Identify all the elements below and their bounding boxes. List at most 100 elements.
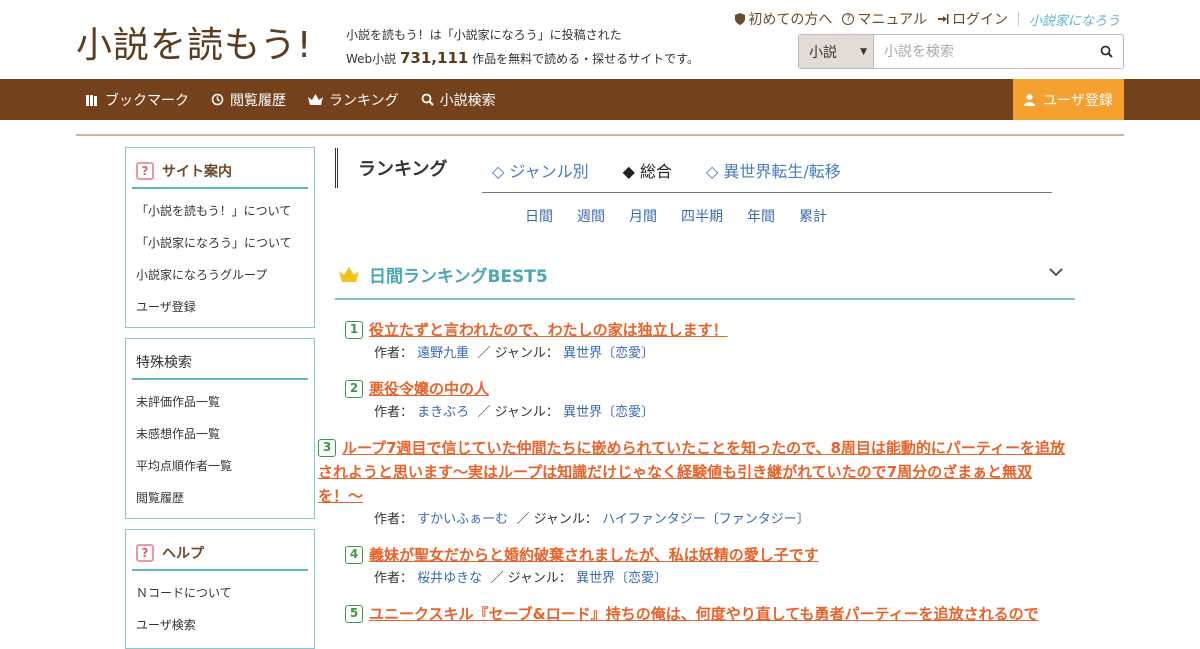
period-daily[interactable]: 日間 (525, 206, 553, 226)
genre-label: ／ ジャンル： (490, 571, 572, 586)
sidebar-item-narou-group[interactable]: 小説家になろうグループ (136, 259, 314, 291)
genre-link[interactable]: 異世界〔恋愛〕 (576, 571, 667, 586)
nav-bookmark[interactable]: ブックマーク (86, 90, 189, 110)
sidebar-item-about-yomou[interactable]: 「小説を読もう！」について (136, 195, 314, 227)
beginners-label: 初めての方へ (748, 12, 833, 28)
period-weekly[interactable]: 週間 (577, 206, 605, 226)
tab-isekai[interactable]: ◇ 異世界転生/転移 (706, 158, 841, 182)
sidebar-item-no-reviews[interactable]: 未感想作品一覧 (136, 418, 314, 450)
register-label: ユーザ登録 (1043, 92, 1113, 109)
author-label: 作者： (374, 512, 414, 527)
beginners-link[interactable]: 初めての方へ (735, 9, 832, 29)
manual-link[interactable]: ? マニュアル (842, 9, 927, 29)
ranking-title: ランキング (358, 159, 448, 180)
crown-icon (339, 266, 359, 282)
help-icon: ? (136, 544, 154, 562)
tagline-line-1: 小説を読もう！は「小説家になろう」に投稿された (346, 28, 622, 42)
period-cumulative[interactable]: 累計 (799, 206, 827, 226)
nav-ranking[interactable]: ランキング (308, 90, 399, 110)
novel-title-link[interactable]: 悪役令嬢の中の人 (369, 380, 489, 398)
main-container: ? サイト案内 「小説を読もう！」について 「小説家になろう」について 小説家に… (76, 134, 1124, 649)
shield-icon (735, 13, 746, 25)
author-link[interactable]: 遠野九重 (417, 346, 469, 361)
search-input[interactable] (874, 35, 1089, 68)
special-search-heading: 特殊検索 (132, 346, 308, 380)
site-guide-heading: ? サイト案内 (132, 155, 308, 189)
novel-title-link[interactable]: ユニークスキル『セーブ&ロード』持ちの俺は、何度やり直しても勇者パーティーを追放… (369, 605, 1039, 623)
ranking-heading: ランキング (335, 148, 447, 188)
search-bar: 小説 ▼ (798, 34, 1124, 69)
period-quarterly[interactable]: 四半期 (681, 206, 723, 226)
ranking-tabs: ◇ ジャンル別 ◆ 総合 ◇ 異世界転生/転移 (482, 148, 1052, 193)
tagline-suffix: 作品を無料で読める・探せるサイトです。 (472, 52, 699, 66)
site-tagline: 小説を読もう！は「小説家になろう」に投稿された Web小説 731,111 作品… (346, 24, 699, 71)
entry-meta: 作者： まきぶろ ／ ジャンル： 異世界〔恋愛〕 (345, 401, 1075, 425)
genre-link[interactable]: 異世界〔恋愛〕 (563, 346, 654, 361)
site-logo[interactable]: 小説を読もう! (76, 16, 312, 68)
tab-genre[interactable]: ◇ ジャンル別 (492, 158, 589, 182)
sidebar-item-unrated[interactable]: 未評価作品一覧 (136, 386, 314, 418)
sidebar-item-avg-authors[interactable]: 平均点順作者一覧 (136, 450, 314, 482)
narou-brand-link[interactable]: 小説家になろう (1029, 10, 1120, 29)
help-icon: ? (136, 162, 154, 180)
tagline-line-2: Web小説 731,111 作品を無料で読める・探せるサイトです。 (346, 47, 699, 71)
work-count: 731,111 (400, 49, 469, 67)
search-icon (421, 93, 434, 106)
sidebar-item-history[interactable]: 閲覧履歴 (136, 482, 314, 514)
genre-link[interactable]: ハイファンタジー〔ファンタジー〕 (602, 512, 810, 527)
login-link[interactable]: ログイン (937, 9, 1008, 29)
search-button[interactable] (1089, 35, 1123, 68)
sidebar-item-about-narou[interactable]: 「小説家になろう」について (136, 227, 314, 259)
special-search-title: 特殊検索 (136, 355, 192, 371)
ranking-entry: 2 悪役令嬢の中の人 作者： まきぶろ ／ ジャンル： 異世界〔恋愛〕 (345, 377, 1075, 425)
author-link[interactable]: すかいふぁーむ (417, 512, 508, 527)
special-search-list: 未評価作品一覧 未感想作品一覧 平均点順作者一覧 閲覧履歴 (126, 380, 314, 518)
entry-meta: 作者： 遠野九重 ／ ジャンル： 異世界〔恋愛〕 (345, 342, 1075, 366)
ranking-entry: 4 義妹が聖女だからと婚約破棄されましたが、私は妖精の愛し子です 作者： 桜井ゆき… (345, 543, 1075, 591)
period-yearly[interactable]: 年間 (747, 206, 775, 226)
rank-5-icon: 5 (345, 604, 363, 623)
chevron-down-icon[interactable] (1049, 267, 1063, 277)
author-link[interactable]: まきぶろ (417, 405, 469, 420)
register-button[interactable]: ユーザ登録 (1013, 79, 1124, 120)
genre-label: ／ ジャンル： (516, 512, 598, 527)
search-category-select[interactable]: 小説 ▼ (799, 35, 874, 68)
ranking-entry: 1 役立たずと言われたので、わたしの家は独立します！ 作者： 遠野九重 ／ ジャン… (345, 318, 1075, 366)
nav-history[interactable]: 閲覧履歴 (211, 90, 286, 110)
crown-icon (308, 93, 323, 105)
author-label: 作者： (374, 405, 414, 420)
help-title: ヘルプ (162, 546, 204, 562)
main-nav: ブックマーク 閲覧履歴 ランキング 小説検索 ユーザ登録 (0, 79, 1200, 120)
novel-title-link[interactable]: ループ7週目で信じていた仲間たちに嵌められていたことを知ったので、8周目は能動的… (318, 439, 1065, 505)
nav-search-label: 小説検索 (439, 92, 496, 109)
rank-2-icon: 2 (345, 379, 363, 398)
genre-label: ／ ジャンル： (477, 346, 559, 361)
site-guide-title: サイト案内 (162, 164, 232, 180)
search-icon (1100, 45, 1113, 58)
caret-down-icon: ▼ (860, 46, 867, 57)
manual-label: マニュアル (857, 12, 927, 28)
genre-link[interactable]: 異世界〔恋愛〕 (563, 405, 654, 420)
daily-best-header[interactable]: 日間ランキングBEST5 (335, 251, 1075, 300)
tab-overall[interactable]: ◆ 総合 (623, 158, 672, 182)
author-link[interactable]: 桜井ゆきな (417, 571, 482, 586)
rank-3-icon: 3 (318, 438, 336, 457)
nav-ranking-label: ランキング (329, 92, 399, 109)
ranking-list: 1 役立たずと言われたので、わたしの家は独立します！ 作者： 遠野九重 ／ ジャン… (318, 318, 1075, 637)
novel-title-link[interactable]: 義妹が聖女だからと婚約破棄されましたが、私は妖精の愛し子です (369, 546, 819, 564)
search-category-value: 小説 (809, 44, 837, 61)
tagline-prefix: Web小説 (346, 52, 397, 66)
genre-label: ／ ジャンル： (477, 405, 559, 420)
nav-search[interactable]: 小説検索 (421, 90, 496, 110)
sidebar-help: ? ヘルプ Ｎコードについて ユーザ検索 (125, 529, 315, 649)
novel-title-link[interactable]: 役立たずと言われたので、わたしの家は独立します！ (369, 321, 728, 339)
period-monthly[interactable]: 月間 (629, 206, 657, 226)
nav-items: ブックマーク 閲覧履歴 ランキング 小説検索 (86, 79, 496, 120)
divider (1017, 12, 1019, 26)
sidebar-item-user-search[interactable]: ユーザ検索 (136, 609, 314, 641)
entry-meta: 作者： 桜井ゆきな ／ ジャンル： 異世界〔恋愛〕 (345, 567, 1075, 591)
sidebar-item-register[interactable]: ユーザ登録 (136, 291, 314, 323)
daily-best-title: 日間ランキングBEST5 (369, 267, 548, 287)
sidebar-item-ncode[interactable]: Ｎコードについて (136, 577, 314, 609)
help-heading: ? ヘルプ (132, 537, 308, 571)
